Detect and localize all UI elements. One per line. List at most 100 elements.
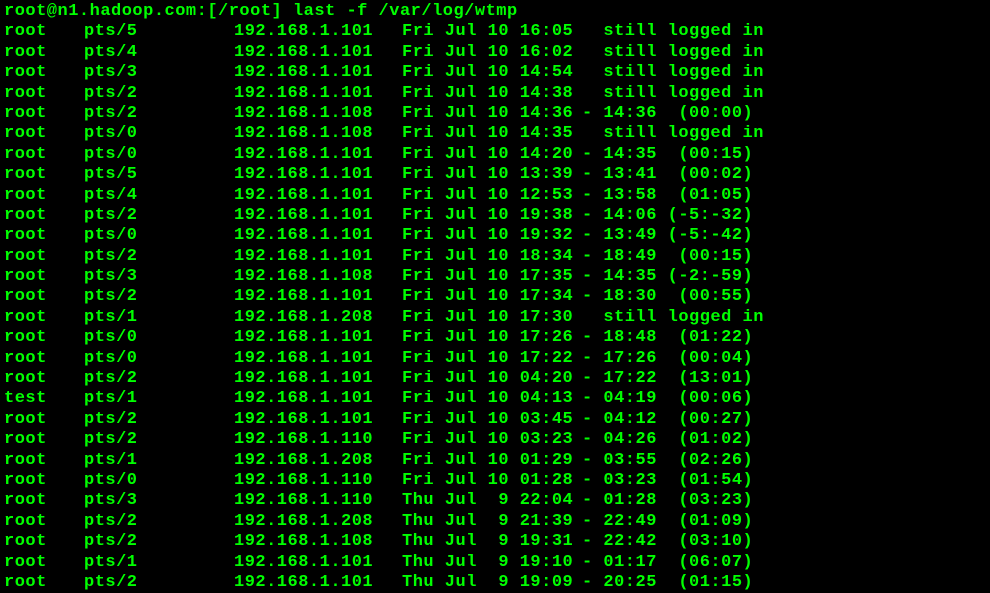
- entry-login-time: Fri Jul 10 17:35: [402, 267, 582, 287]
- entry-tty: pts/0: [84, 124, 234, 144]
- entry-login-time: Fri Jul 10 19:38: [402, 206, 582, 226]
- entry-host: 192.168.1.108: [234, 267, 402, 287]
- login-entry: rootpts/0192.168.1.101Fri Jul 10 17:26- …: [4, 328, 986, 348]
- entry-tty: pts/4: [84, 186, 234, 206]
- login-entry: rootpts/3192.168.1.101Fri Jul 10 14:54 s…: [4, 63, 986, 83]
- login-entry: rootpts/2192.168.1.108Fri Jul 10 14:36- …: [4, 104, 986, 124]
- entry-user: root: [4, 308, 84, 328]
- entry-login-time: Fri Jul 10 16:05: [402, 22, 582, 42]
- entry-user: root: [4, 226, 84, 246]
- entry-user: root: [4, 369, 84, 389]
- entry-duration: - 17:26 (00:04): [582, 349, 753, 369]
- entry-host: 192.168.1.101: [234, 226, 402, 246]
- entry-host: 192.168.1.101: [234, 145, 402, 165]
- login-entry: rootpts/5192.168.1.101Fri Jul 10 13:39- …: [4, 165, 986, 185]
- entry-login-time: Fri Jul 10 17:30: [402, 308, 582, 328]
- entry-user: root: [4, 165, 84, 185]
- entry-login-time: Thu Jul 9 19:31: [402, 532, 582, 552]
- entry-host: 192.168.1.108: [234, 124, 402, 144]
- entry-tty: pts/3: [84, 267, 234, 287]
- entry-login-time: Fri Jul 10 18:34: [402, 247, 582, 267]
- login-entry: rootpts/3192.168.1.110Thu Jul 9 22:04- 0…: [4, 491, 986, 511]
- entry-host: 192.168.1.101: [234, 186, 402, 206]
- entry-tty: pts/2: [84, 247, 234, 267]
- entry-login-time: Fri Jul 10 03:23: [402, 430, 582, 450]
- entry-duration: - 18:49 (00:15): [582, 247, 753, 267]
- entry-host: 192.168.1.208: [234, 308, 402, 328]
- entry-host: 192.168.1.101: [234, 247, 402, 267]
- entry-host: 192.168.1.101: [234, 206, 402, 226]
- entry-login-time: Fri Jul 10 04:13: [402, 389, 582, 409]
- entry-host: 192.168.1.108: [234, 532, 402, 552]
- entry-duration: still logged in: [582, 84, 764, 104]
- entry-user: root: [4, 532, 84, 552]
- entry-login-time: Fri Jul 10 14:54: [402, 63, 582, 83]
- entry-user: root: [4, 186, 84, 206]
- terminal-output: rootpts/5192.168.1.101Fri Jul 10 16:05 s…: [4, 22, 986, 593]
- entry-login-time: Fri Jul 10 03:45: [402, 410, 582, 430]
- entry-tty: pts/1: [84, 451, 234, 471]
- entry-tty: pts/0: [84, 471, 234, 491]
- entry-host: 192.168.1.101: [234, 389, 402, 409]
- login-entry: rootpts/0192.168.1.110Fri Jul 10 01:28- …: [4, 471, 986, 491]
- login-entry: rootpts/4192.168.1.101Fri Jul 10 12:53- …: [4, 186, 986, 206]
- login-entry: rootpts/2192.168.1.101Thu Jul 9 19:09- 2…: [4, 573, 986, 593]
- entry-duration: - 13:41 (00:02): [582, 165, 753, 185]
- entry-host: 192.168.1.101: [234, 573, 402, 593]
- login-entry: rootpts/2192.168.1.101Fri Jul 10 17:34- …: [4, 287, 986, 307]
- entry-user: root: [4, 287, 84, 307]
- entry-tty: pts/2: [84, 369, 234, 389]
- entry-tty: pts/2: [84, 104, 234, 124]
- entry-duration: still logged in: [582, 124, 764, 144]
- entry-user: root: [4, 512, 84, 532]
- entry-host: 192.168.1.110: [234, 491, 402, 511]
- entry-host: 192.168.1.101: [234, 349, 402, 369]
- entry-host: 192.168.1.110: [234, 430, 402, 450]
- entry-user: root: [4, 84, 84, 104]
- entry-tty: pts/3: [84, 491, 234, 511]
- entry-login-time: Fri Jul 10 04:20: [402, 369, 582, 389]
- entry-host: 192.168.1.101: [234, 84, 402, 104]
- entry-user: root: [4, 145, 84, 165]
- entry-tty: pts/0: [84, 145, 234, 165]
- entry-duration: - 04:26 (01:02): [582, 430, 753, 450]
- entry-duration: still logged in: [582, 308, 764, 328]
- entry-user: root: [4, 471, 84, 491]
- login-entry: rootpts/0192.168.1.108Fri Jul 10 14:35 s…: [4, 124, 986, 144]
- entry-host: 192.168.1.101: [234, 63, 402, 83]
- entry-tty: pts/5: [84, 165, 234, 185]
- login-entry: rootpts/2192.168.1.101Fri Jul 10 18:34- …: [4, 247, 986, 267]
- entry-tty: pts/2: [84, 84, 234, 104]
- entry-tty: pts/1: [84, 553, 234, 573]
- entry-tty: pts/2: [84, 206, 234, 226]
- login-entry: rootpts/0192.168.1.101Fri Jul 10 17:22- …: [4, 349, 986, 369]
- entry-host: 192.168.1.101: [234, 165, 402, 185]
- entry-user: root: [4, 43, 84, 63]
- entry-tty: pts/0: [84, 349, 234, 369]
- entry-host: 192.168.1.208: [234, 451, 402, 471]
- login-entry: rootpts/4192.168.1.101Fri Jul 10 16:02 s…: [4, 43, 986, 63]
- entry-tty: pts/2: [84, 573, 234, 593]
- entry-login-time: Fri Jul 10 17:22: [402, 349, 582, 369]
- entry-login-time: Fri Jul 10 14:36: [402, 104, 582, 124]
- login-entry: rootpts/3192.168.1.108Fri Jul 10 17:35- …: [4, 267, 986, 287]
- entry-tty: pts/2: [84, 410, 234, 430]
- entry-tty: pts/4: [84, 43, 234, 63]
- entry-login-time: Thu Jul 9 21:39: [402, 512, 582, 532]
- login-entry: rootpts/2192.168.1.208Thu Jul 9 21:39- 2…: [4, 512, 986, 532]
- entry-tty: pts/2: [84, 512, 234, 532]
- login-entry: rootpts/1192.168.1.208Fri Jul 10 01:29- …: [4, 451, 986, 471]
- entry-login-time: Fri Jul 10 01:28: [402, 471, 582, 491]
- entry-duration: - 22:42 (03:10): [582, 532, 753, 552]
- entry-login-time: Fri Jul 10 17:34: [402, 287, 582, 307]
- entry-user: root: [4, 553, 84, 573]
- login-entry: rootpts/2192.168.1.101Fri Jul 10 03:45- …: [4, 410, 986, 430]
- entry-user: root: [4, 328, 84, 348]
- entry-duration: - 03:23 (01:54): [582, 471, 753, 491]
- entry-login-time: Fri Jul 10 16:02: [402, 43, 582, 63]
- entry-host: 192.168.1.101: [234, 553, 402, 573]
- entry-user: root: [4, 247, 84, 267]
- terminal-prompt[interactable]: root@n1.hadoop.com:[/root] last -f /var/…: [4, 2, 986, 22]
- entry-tty: pts/2: [84, 430, 234, 450]
- entry-duration: - 14:35 (-2:-59): [582, 267, 753, 287]
